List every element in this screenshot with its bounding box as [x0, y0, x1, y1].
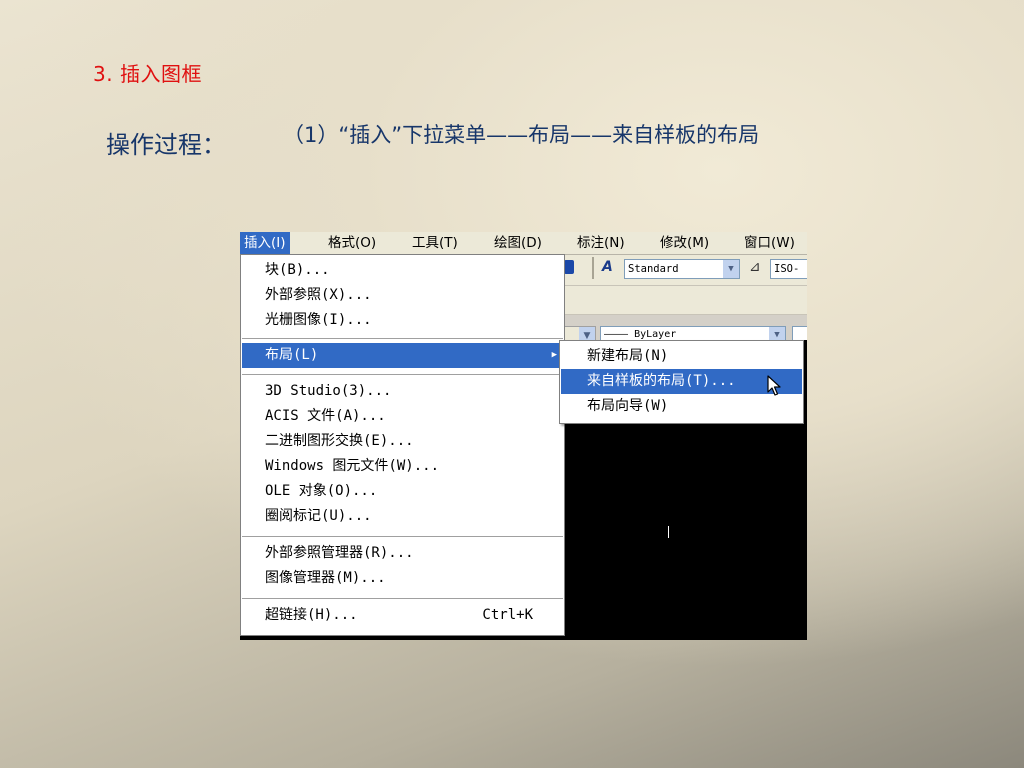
- menu-separator: [242, 598, 563, 599]
- text-style-icon[interactable]: A: [602, 259, 613, 275]
- submenu-item-layout-wizard[interactable]: 布局向导(W): [561, 394, 802, 419]
- menu-item-windows-metafile[interactable]: Windows 图元文件(W)...: [242, 454, 563, 479]
- menu-insert[interactable]: 插入(I): [240, 232, 290, 254]
- text-style-select[interactable]: Standard ▼: [624, 259, 740, 279]
- menu-item-3d-studio[interactable]: 3D Studio(3)...: [242, 379, 563, 404]
- menu-item-image-manager[interactable]: 图像管理器(M)...: [242, 566, 563, 591]
- process-label: 操作过程：: [106, 131, 226, 159]
- slide-title: 3. 插入图框: [93, 62, 202, 86]
- submenu-item-layout-from-template[interactable]: 来自样板的布局(T)...: [561, 369, 802, 394]
- menu-item-raster-image[interactable]: 光栅图像(I)...: [242, 308, 563, 333]
- submenu-arrow-icon: ▶: [551, 350, 557, 360]
- menu-item-hyperlink-label: 超链接(H)...: [265, 607, 358, 623]
- menu-dimension[interactable]: 标注(N): [573, 232, 629, 254]
- dim-style-icon[interactable]: ⊿: [749, 259, 761, 275]
- menu-item-acis-file[interactable]: ACIS 文件(A)...: [242, 404, 563, 429]
- layout-submenu: 新建布局(N) 来自样板的布局(T)... 布局向导(W): [559, 340, 804, 424]
- insert-dropdown-menu: 块(B)... 外部参照(X)... 光栅图像(I)... 布局(L) ▶ 3D…: [240, 254, 565, 636]
- submenu-item-new-layout[interactable]: 新建布局(N): [561, 344, 802, 369]
- menu-item-block[interactable]: 块(B)...: [242, 258, 563, 283]
- menu-draw[interactable]: 绘图(D): [490, 232, 546, 254]
- menu-window[interactable]: 窗口(W): [740, 232, 799, 254]
- autocad-screenshot: 插入(I) 格式(O) 工具(T) 绘图(D) 标注(N) 修改(M) 窗口(W…: [240, 232, 807, 640]
- linetype-value: ———— ByLayer: [604, 329, 677, 340]
- toolbar-icon[interactable]: [564, 260, 574, 274]
- menu-item-xref-manager[interactable]: 外部参照管理器(R)...: [242, 541, 563, 566]
- menu-item-layout-label: 布局(L): [265, 347, 319, 363]
- menu-item-markup[interactable]: 圈阅标记(U)...: [242, 504, 563, 529]
- menu-item-layout[interactable]: 布局(L) ▶: [242, 343, 563, 368]
- menu-tools[interactable]: 工具(T): [408, 232, 462, 254]
- menu-separator: [242, 536, 563, 537]
- menu-bar: 插入(I) 格式(O) 工具(T) 绘图(D) 标注(N) 修改(M) 窗口(W…: [240, 232, 807, 255]
- menu-modify[interactable]: 修改(M): [656, 232, 713, 254]
- dim-style-select[interactable]: ISO-: [770, 259, 807, 279]
- menu-item-binary-dxf[interactable]: 二进制图形交换(E)...: [242, 429, 563, 454]
- menu-item-ole-object[interactable]: OLE 对象(O)...: [242, 479, 563, 504]
- menu-separator: [242, 374, 563, 375]
- chevron-down-icon[interactable]: ▼: [723, 260, 739, 278]
- step-instruction: （1）“插入”下拉菜单——布局——来自样板的布局: [283, 123, 760, 147]
- text-style-value: Standard: [628, 263, 679, 275]
- menu-item-hyperlink[interactable]: 超链接(H)... Ctrl+K: [242, 603, 563, 628]
- crosshair-cursor: [668, 526, 669, 538]
- menu-format[interactable]: 格式(O): [324, 232, 380, 254]
- menu-separator: [242, 338, 563, 339]
- hyperlink-shortcut: Ctrl+K: [482, 607, 533, 623]
- toolbar-separator: [592, 257, 594, 279]
- menu-item-xref[interactable]: 外部参照(X)...: [242, 283, 563, 308]
- mouse-pointer-icon: [767, 375, 781, 396]
- dim-style-value: ISO-: [774, 263, 800, 275]
